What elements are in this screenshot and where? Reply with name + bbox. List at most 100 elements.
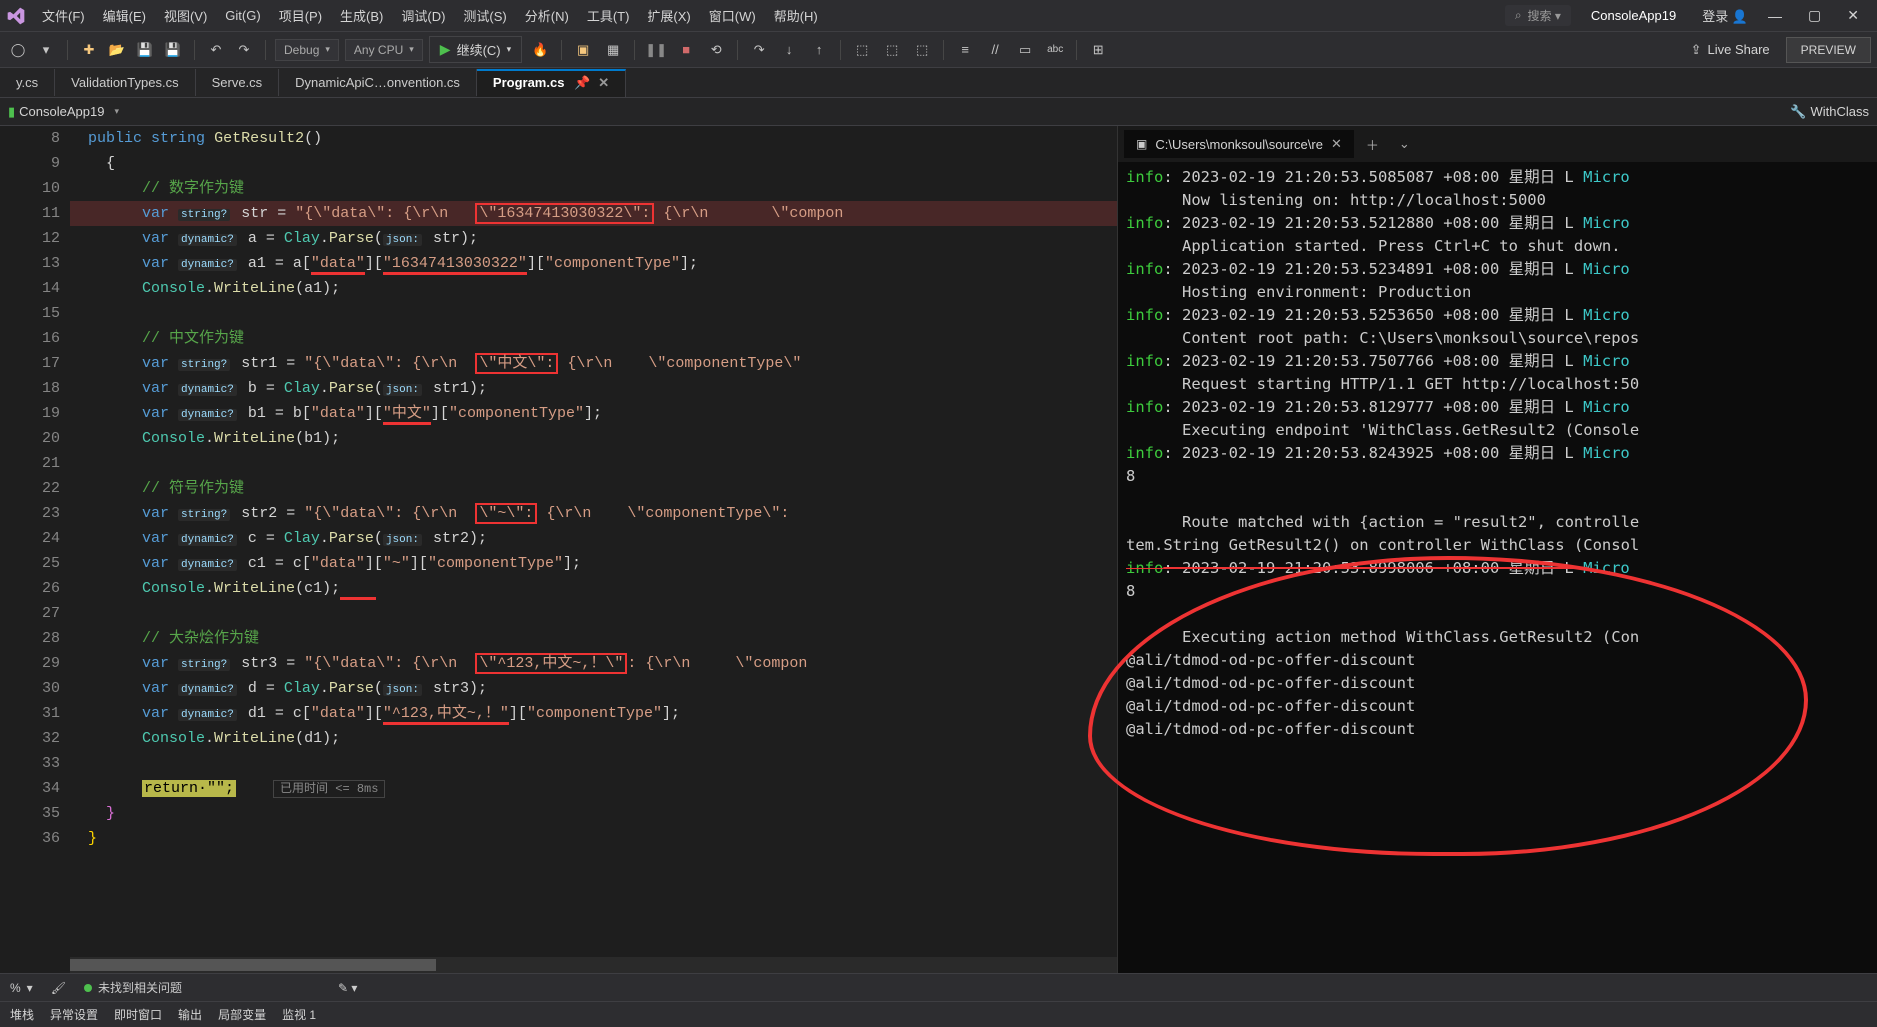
c-icon[interactable]: ⬚ (910, 38, 934, 62)
menu-item[interactable]: 编辑(E) (95, 2, 154, 29)
bottom-tab[interactable]: 输出 (178, 1006, 202, 1023)
close-icon[interactable]: ✕ (1331, 136, 1342, 152)
editor-tab[interactable]: Program.cs 📌✕ (477, 69, 626, 97)
terminal-line: info: 2023-02-19 21:20:53.5085087 +08:00… (1126, 166, 1869, 189)
login-link[interactable]: 登录 👤 (1702, 6, 1748, 25)
status-pct[interactable]: % ▾ (10, 981, 33, 995)
terminal-line: 8 (1126, 580, 1869, 603)
code-editor[interactable]: 8910111213141516171819202122232425262728… (0, 126, 1117, 973)
menu-item[interactable]: 工具(T) (579, 2, 638, 29)
menu-item[interactable]: Git(G) (217, 4, 268, 27)
breadcrumb-symbol[interactable]: 🔧 WithClass (1790, 104, 1869, 120)
editor-tab[interactable]: DynamicApiC…onvention.cs (279, 69, 477, 96)
bottom-tab[interactable]: 监视 1 (282, 1006, 316, 1023)
terminal-line: Now listening on: http://localhost:5000 (1126, 189, 1869, 212)
editor-tab[interactable]: ValidationTypes.cs (55, 69, 195, 96)
terminal-dropdown[interactable]: ⌄ (1391, 130, 1418, 158)
bookmark-icon[interactable]: ▭ (1013, 38, 1037, 62)
maximize-button[interactable]: ▢ (1796, 1, 1833, 30)
restart-icon[interactable]: ⟲ (704, 38, 728, 62)
back-button[interactable]: ◯ (6, 38, 30, 62)
save-all-icon[interactable]: 💾 (161, 38, 185, 62)
save-icon[interactable]: 💾 (133, 38, 157, 62)
horizontal-scrollbar[interactable] (70, 957, 1117, 973)
forward-button[interactable]: ▾ (34, 38, 58, 62)
terminal-tab[interactable]: ▣ C:\Users\monksoul\source\re ✕ (1124, 130, 1354, 158)
menu-item[interactable]: 扩展(X) (639, 2, 698, 29)
close-button[interactable]: ✕ (1835, 1, 1871, 30)
browser-icon[interactable]: ▣ (571, 38, 595, 62)
share-icon: ⇪ (1691, 42, 1702, 58)
continue-button[interactable]: ▶ 继续(C) ▾ (429, 36, 522, 63)
comment-icon[interactable]: // (983, 38, 1007, 62)
bottom-tab[interactable]: 堆栈 (10, 1006, 34, 1023)
terminal-line: @ali/tdmod-od-pc-offer-discount (1126, 672, 1869, 695)
indent-icon[interactable]: ≡ (953, 38, 977, 62)
step-over-icon[interactable]: ↷ (747, 38, 771, 62)
pin-icon[interactable]: 📌 (574, 75, 590, 90)
breadcrumb-project[interactable]: ▮ ConsoleApp19 (8, 104, 104, 120)
new-terminal-button[interactable]: ＋ (1356, 129, 1389, 160)
code-line: // 数字作为键 (70, 176, 1117, 201)
play-icon: ▶ (440, 41, 451, 58)
bottom-tab[interactable]: 局部变量 (218, 1006, 266, 1023)
terminal-line: Route matched with {action = "result2", … (1126, 511, 1869, 534)
search-box[interactable]: ⌕ 搜索 ▾ (1505, 5, 1571, 26)
undo-icon[interactable]: ↶ (204, 38, 228, 62)
terminal-line (1126, 488, 1869, 511)
terminal-tab-title: C:\Users\monksoul\source\re (1155, 137, 1323, 152)
status-problems[interactable]: 未找到相关问题 (84, 979, 182, 996)
menu-item[interactable]: 分析(N) (517, 2, 577, 29)
status-edit-icon[interactable]: ✎ ▾ (338, 981, 357, 995)
step-out-icon[interactable]: ↑ (807, 38, 831, 62)
preview-button[interactable]: PREVIEW (1786, 37, 1871, 63)
code-line: var dynamic? a1 = a["data"]["16347413030… (70, 251, 1117, 276)
terminal-line: info: 2023-02-19 21:20:53.8243925 +08:00… (1126, 442, 1869, 465)
code-line: return·""; 已用时间 <= 8ms (70, 776, 1117, 801)
menu-item[interactable]: 帮助(H) (766, 2, 826, 29)
editor-tab[interactable]: y.cs (0, 69, 55, 96)
bottom-tab[interactable]: 即时窗口 (114, 1006, 162, 1023)
expand-icon[interactable]: ⊞ (1086, 38, 1110, 62)
pause-icon[interactable]: ❚❚ (644, 38, 668, 62)
code-line: var string? str1 = "{\"data\": {\r\n \"中… (70, 351, 1117, 376)
menu-item[interactable]: 文件(F) (34, 2, 93, 29)
process-icon[interactable]: ▦ (601, 38, 625, 62)
step-into-icon[interactable]: ↓ (777, 38, 801, 62)
config-dropdown[interactable]: Debug▾ (275, 39, 339, 61)
hot-reload-icon[interactable]: 🔥 (528, 38, 552, 62)
line-gutter: 8910111213141516171819202122232425262728… (0, 126, 70, 973)
new-file-icon[interactable]: ✚ (77, 38, 101, 62)
minimize-button[interactable]: — (1756, 2, 1794, 30)
a-icon[interactable]: ⬚ (850, 38, 874, 62)
menu-item[interactable]: 视图(V) (156, 2, 215, 29)
menu-item[interactable]: 测试(S) (455, 2, 514, 29)
terminal-body[interactable]: info: 2023-02-19 21:20:53.5085087 +08:00… (1118, 162, 1877, 973)
code-line: var dynamic? c1 = c["data"]["~"]["compon… (70, 551, 1117, 576)
close-icon[interactable]: ✕ (598, 75, 609, 90)
project-title: ConsoleApp19 (1591, 8, 1676, 23)
terminal-line: info: 2023-02-19 21:20:53.5212880 +08:00… (1126, 212, 1869, 235)
redo-icon[interactable]: ↷ (232, 38, 256, 62)
chevron-down-icon[interactable]: ▾ (114, 106, 119, 117)
liveshare-button[interactable]: ⇪ Live Share (1691, 42, 1770, 58)
terminal-icon: ▣ (1136, 137, 1147, 151)
b-icon[interactable]: ⬚ (880, 38, 904, 62)
bottom-tab[interactable]: 异常设置 (50, 1006, 98, 1023)
search-placeholder: 搜索 ▾ (1528, 7, 1561, 24)
status-brush-icon[interactable]: 🖌 (51, 981, 66, 995)
code-line: Console.WriteLine(a1); (70, 276, 1117, 301)
stop-icon[interactable]: ■ (674, 38, 698, 62)
platform-dropdown[interactable]: Any CPU▾ (345, 39, 423, 61)
menu-item[interactable]: 生成(B) (332, 2, 391, 29)
menu-item[interactable]: 调试(D) (393, 2, 453, 29)
bottom-tabs: 堆栈异常设置即时窗口输出局部变量监视 1 (0, 1001, 1877, 1027)
menu-item[interactable]: 窗口(W) (701, 2, 764, 29)
terminal-panel: ▣ C:\Users\monksoul\source\re ✕ ＋ ⌄ info… (1117, 126, 1877, 973)
abc-icon[interactable]: abc (1043, 38, 1067, 62)
code-line: var dynamic? d = Clay.Parse(json: str3); (70, 676, 1117, 701)
editor-tab[interactable]: Serve.cs (196, 69, 280, 96)
editor-tabs: y.csValidationTypes.csServe.csDynamicApi… (0, 68, 1877, 98)
open-file-icon[interactable]: 📂 (105, 38, 129, 62)
menu-item[interactable]: 项目(P) (271, 2, 330, 29)
